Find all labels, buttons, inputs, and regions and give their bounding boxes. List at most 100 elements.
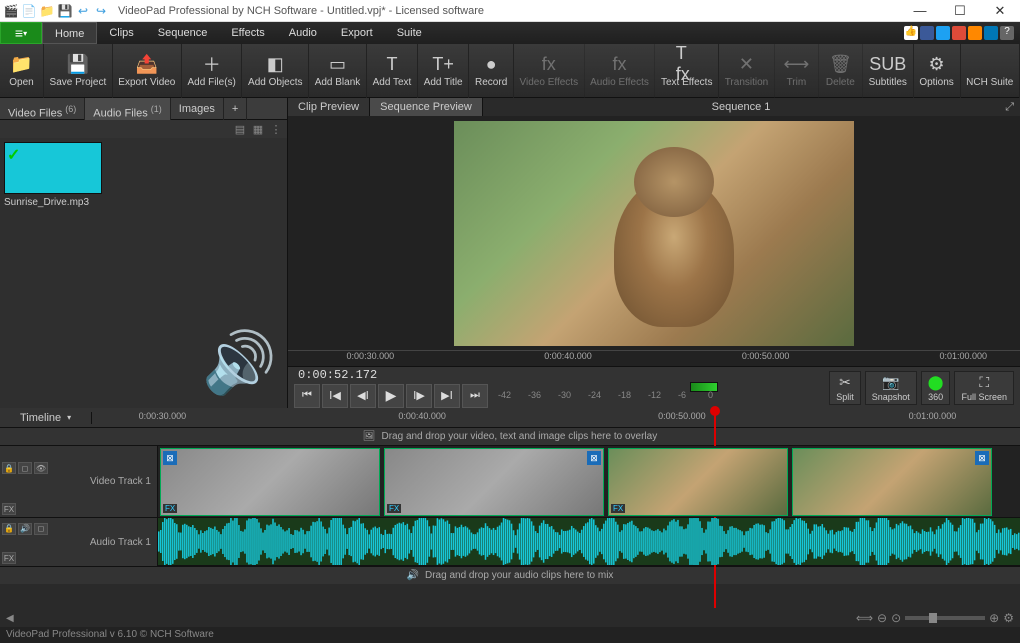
bin-tab-images[interactable]: Images (171, 98, 224, 120)
video-track-row: 🔒 ◻ 👁 Video Track 1 FX ⊠FX FX⊠ FX ⊠ (0, 446, 1020, 518)
preview-viewport[interactable] (288, 116, 1020, 350)
bin-tab-video-files[interactable]: Video Files (6) (0, 98, 85, 120)
add-title-button[interactable]: T+Add Title (418, 44, 469, 98)
bin-area[interactable]: Sunrise_Drive.mp3 🔊 (0, 138, 287, 408)
maximize-button[interactable]: ☐ (940, 0, 980, 22)
add-blank-button[interactable]: ▭Add Blank (309, 44, 367, 98)
zoom-out-icon[interactable]: ⊖ (877, 611, 887, 625)
popout-icon[interactable]: ⤢ (999, 101, 1020, 114)
nch-suite-button[interactable]: NCH Suite (961, 44, 1020, 98)
google-icon[interactable] (952, 26, 966, 40)
audio-clip-thumb[interactable]: Sunrise_Drive.mp3 (4, 142, 102, 208)
bin-tab-audio-files[interactable]: Audio Files (1) (85, 98, 170, 120)
tab-sequence-preview[interactable]: Sequence Preview (370, 98, 483, 116)
transition-in-icon[interactable]: ⊠ (163, 451, 177, 465)
options-button[interactable]: ⚙Options (914, 44, 961, 98)
redo-icon[interactable]: ↪ (94, 4, 108, 18)
video-track-content[interactable]: ⊠FX FX⊠ FX ⊠ (158, 446, 1020, 517)
open-button[interactable]: 📁Open (0, 44, 44, 98)
overlay-drop-hint[interactable]: 🖼 Drag and drop your video, text and ima… (0, 428, 1020, 446)
tab-effects[interactable]: Effects (219, 22, 276, 44)
level-tick: -18 (618, 390, 631, 400)
track-hide-icon[interactable]: 👁 (34, 462, 48, 474)
goto-end-button[interactable]: ⏭ (462, 384, 488, 408)
track-fx-icon[interactable]: FX (2, 552, 16, 564)
step-fwd-button[interactable]: Ⅰ▶ (406, 384, 432, 408)
goto-start-button[interactable]: ⏮ (294, 384, 320, 408)
facebook-icon[interactable] (920, 26, 934, 40)
mix-drop-hint[interactable]: 🔊 Drag and drop your audio clips here to… (0, 566, 1020, 584)
fullscreen-button[interactable]: ⛶Full Screen (954, 371, 1014, 405)
text-effects-button[interactable]: T fxText Effects (655, 44, 719, 98)
preview-panel: Clip Preview Sequence Preview Sequence 1… (288, 98, 1020, 408)
save-project-button[interactable]: 💾Save Project (44, 44, 113, 98)
waveform-icon (4, 142, 102, 194)
export-video-button[interactable]: 📤Export Video (113, 44, 182, 98)
add-text-button[interactable]: TAdd Text (367, 44, 418, 98)
tab-clip-preview[interactable]: Clip Preview (288, 98, 370, 116)
preview-ruler[interactable]: 0:00:30.000 0:00:40.000 0:00:50.000 0:01… (288, 350, 1020, 366)
transition-out-icon[interactable]: ⊠ (587, 451, 601, 465)
zoom-in-icon[interactable]: ⊕ (989, 611, 999, 625)
360-button[interactable]: ⬤360 (921, 371, 951, 405)
bin-tab-+[interactable]: + (224, 98, 247, 120)
minimize-button[interactable]: — (900, 0, 940, 22)
timeline-ruler[interactable]: 0:00:30.000 0:00:40.000 0:00:50.000 0:01… (92, 408, 1020, 428)
audio-track-name: Audio Track 1 (2, 535, 155, 550)
level-tick: -24 (588, 390, 601, 400)
video-clip[interactable]: ⊠ (792, 448, 992, 516)
track-solo-icon[interactable]: 🔊 (18, 523, 32, 535)
audio-track-row: 🔒 🔊 ◻ Audio Track 1 FX (0, 518, 1020, 566)
step-back-button[interactable]: ◀Ⅰ (350, 384, 376, 408)
subtitles-button[interactable]: SUBSubtitles (863, 44, 914, 98)
audio-waveform (158, 518, 1020, 565)
audio-track-content[interactable] (158, 518, 1020, 565)
next-frame-button[interactable]: ▶Ⅰ (434, 384, 460, 408)
twitter-icon[interactable] (936, 26, 950, 40)
settings-icon[interactable]: ⚙ (1003, 611, 1014, 625)
level-tick: 0 (708, 390, 713, 400)
track-lock-icon[interactable]: 🔒 (2, 523, 16, 535)
video-clip[interactable]: ⊠FX (160, 448, 380, 516)
track-mute-icon[interactable]: ◻ (34, 523, 48, 535)
close-button[interactable]: ✕ (980, 0, 1020, 22)
tab-suite[interactable]: Suite (385, 22, 434, 44)
save-icon[interactable]: 💾 (58, 4, 72, 18)
tab-home[interactable]: Home (42, 22, 97, 44)
timeline-header: Timeline ▾ 0:00:30.000 0:00:40.000 0:00:… (0, 408, 1020, 428)
grid-view-icon[interactable]: ▦ (251, 122, 265, 136)
record-button[interactable]: ●Record (469, 44, 514, 98)
zoom-reset-icon[interactable]: ⊙ (891, 611, 901, 625)
tab-audio[interactable]: Audio (277, 22, 329, 44)
app-menu-button[interactable]: ≡ ▾ (0, 22, 42, 44)
play-button[interactable]: ▶ (378, 384, 404, 408)
tab-export[interactable]: Export (329, 22, 385, 44)
track-fx-icon[interactable]: FX (2, 503, 16, 515)
add-objects-button[interactable]: ◧Add Objects (242, 44, 309, 98)
snapshot-button[interactable]: 📷Snapshot (865, 371, 917, 405)
track-mute-icon[interactable]: ◻ (18, 462, 32, 474)
prev-frame-button[interactable]: Ⅰ◀ (322, 384, 348, 408)
tab-sequence[interactable]: Sequence (146, 22, 220, 44)
transition-out-icon[interactable]: ⊠ (975, 451, 989, 465)
tab-clips[interactable]: Clips (97, 22, 145, 44)
add-file-s--button[interactable]: ＋Add File(s) (182, 44, 243, 98)
list-view-icon[interactable]: ▤ (233, 122, 247, 136)
zoom-slider[interactable] (905, 616, 985, 620)
undo-icon[interactable]: ↩ (76, 4, 90, 18)
video-clip[interactable]: FX⊠ (384, 448, 604, 516)
scroll-left-icon[interactable]: ◀ (6, 613, 14, 624)
options-icon[interactable]: ⋮ (269, 122, 283, 136)
split-button[interactable]: ✂Split (829, 371, 861, 405)
track-lock-icon[interactable]: 🔒 (2, 462, 16, 474)
like-icon[interactable]: 👍 (904, 26, 918, 40)
linkedin-icon[interactable] (984, 26, 998, 40)
timeline-label[interactable]: Timeline ▾ (0, 412, 92, 424)
share-icon[interactable] (968, 26, 982, 40)
mix-icon: 🔊 (407, 570, 419, 581)
help-icon[interactable]: ? (1000, 26, 1014, 40)
video-clip[interactable]: FX (608, 448, 788, 516)
fit-icon[interactable]: ⟺ (856, 611, 873, 625)
open-icon[interactable]: 📁 (40, 4, 54, 18)
new-icon[interactable]: 📄 (22, 4, 36, 18)
